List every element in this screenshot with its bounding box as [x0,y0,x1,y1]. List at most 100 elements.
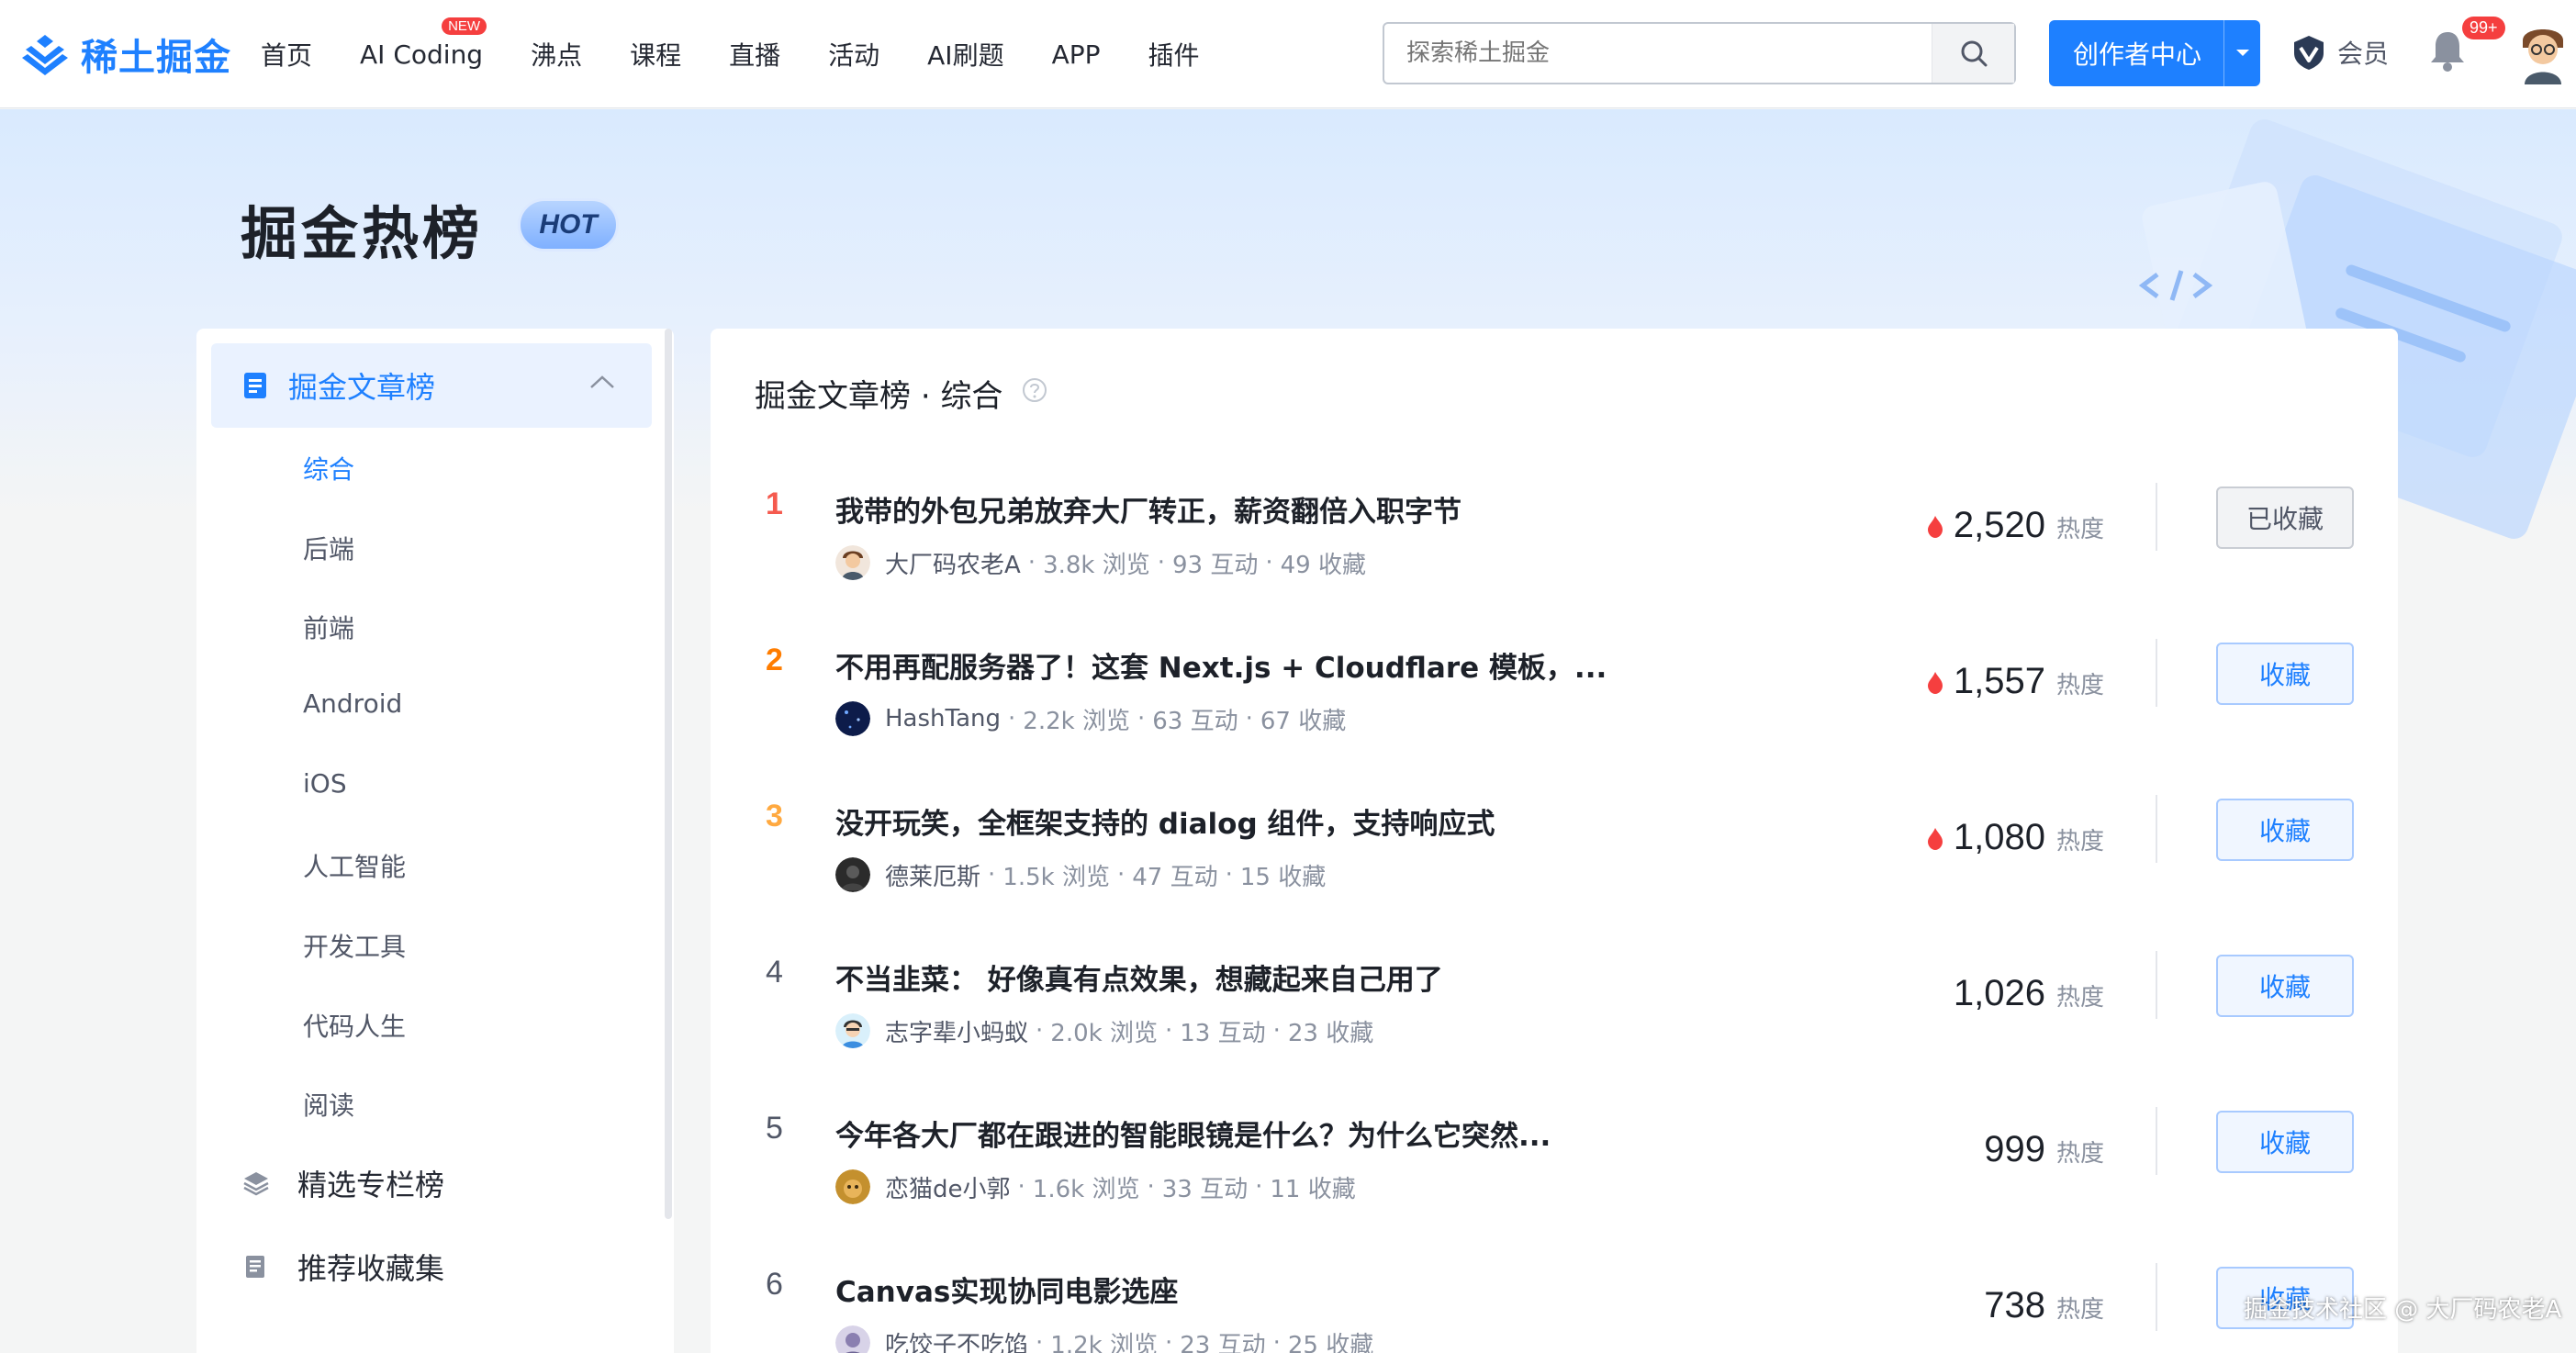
creator-center-label: 创作者中心 [2073,39,2202,70]
article-title[interactable]: Canvas实现协同电影选座 [835,1269,1178,1310]
notification-count-badge: 99+ [2462,17,2505,39]
nav-home[interactable]: 首页 [261,36,312,73]
interaction-count: 93 互动 [1172,551,1259,579]
collection-icon [246,1256,264,1278]
logo-text: 稀土掘金 [81,37,231,79]
author-avatar[interactable] [835,1169,870,1204]
heat-value: 1,557 [1953,661,2045,701]
sidebar-item-code-life[interactable]: 代码人生 [303,1007,406,1044]
layers-icon [243,1172,269,1196]
nav-plugins[interactable]: 插件 [1148,36,1200,73]
article-row[interactable]: 2 不用再配服务器了！这套 Next.js + Cloudflare 模板，..… [711,624,2398,780]
article-row[interactable]: 3 没开玩笑，全框架支持的 dialog 组件，支持响应式 德莱厄斯 · 1.5… [711,780,2398,936]
favorite-count: 67 收藏 [1260,707,1347,735]
sidebar-item-android[interactable]: Android [303,688,402,719]
user-avatar[interactable] [2517,20,2569,84]
row-divider [2156,951,2157,1019]
nav-courses[interactable]: 课程 [630,36,681,73]
hot-badge: HOT [518,198,619,252]
article-row[interactable]: 1 我带的外包兄弟放弃大厂转正，薪资翻倍入职字节 大厂码农老A · 3.8k 浏… [711,468,2398,624]
article-title[interactable]: 没开玩笑，全框架支持的 dialog 组件，支持响应式 [835,800,1495,842]
page-title: 掘金热榜 [241,200,484,267]
rank-number: 5 [766,1111,783,1146]
author-avatar[interactable] [835,545,870,580]
author-avatar[interactable] [835,701,870,736]
author-name[interactable]: 恋猫de小郭 [885,1170,1011,1204]
heat-unit: 热度 [2055,828,2104,855]
interaction-count: 63 互动 [1152,707,1238,735]
nav-pins[interactable]: 沸点 [531,36,582,73]
article-title[interactable]: 今年各大厂都在跟进的智能眼镜是什么？为什么它突然... [835,1113,1551,1154]
site-logo[interactable]: 稀土掘金 [20,28,231,81]
sidebar-item-ios[interactable]: iOS [303,768,347,799]
heat-score: 1,557 热度 [1926,661,2104,702]
sidebar-item-backend[interactable]: 后端 [303,530,354,566]
author-avatar[interactable] [835,857,870,892]
author-avatar[interactable] [835,1013,870,1048]
sidebar-group-columns[interactable]: 精选专栏榜 [242,1162,444,1204]
search-button[interactable] [1932,24,2014,83]
vip-shield-icon [2294,36,2324,70]
favorite-button[interactable]: 收藏 [2216,799,2354,861]
article-title[interactable]: 不当韭菜： 好像真有点效果，想藏起来自己用了 [835,956,1443,998]
author-name[interactable]: 德莱厄斯 [885,858,980,892]
member-entry[interactable]: 会员 [2290,33,2389,72]
heat-score: 738 热度 [1984,1285,2104,1326]
flame-icon [1927,672,1943,694]
article-row[interactable]: 4 不当韭菜： 好像真有点效果，想藏起来自己用了 志字辈小蚂蚁 · 2.0k 浏… [711,936,2398,1092]
favorite-button[interactable]: 收藏 [2216,1111,2354,1173]
sidebar-item-dev-tools[interactable]: 开发工具 [303,927,406,964]
article-title[interactable]: 我带的外包兄弟放弃大厂转正，薪资翻倍入职字节 [835,488,1462,530]
favorite-button[interactable]: 收藏 [2216,643,2354,705]
search-input[interactable] [1384,24,1932,83]
nav-app[interactable]: APP [1052,39,1101,70]
ranking-sidebar: 掘金文章榜 综合 后端 前端 Android iOS 人工智能 开发工具 代码人… [196,329,674,1353]
rank-number: 3 [766,799,783,833]
author-name[interactable]: 吃饺子不吃馅 [885,1326,1028,1353]
creator-dropdown-toggle[interactable] [2223,20,2260,86]
nav-ai-practice[interactable]: AI刷题 [927,36,1003,73]
sidebar-group-article-ranking[interactable]: 掘金文章榜 [211,343,652,428]
article-meta: 德莱厄斯 · 1.5k 浏览 · 47 互动 · 15 收藏 [835,857,1326,892]
heat-score: 2,520 热度 [1926,505,2104,546]
sidebar-scrollbar[interactable] [665,329,672,1219]
article-row[interactable]: 6 Canvas实现协同电影选座 吃饺子不吃馅 · 1.2k 浏览 · 23 互… [711,1248,2398,1353]
sidebar-item-general[interactable]: 综合 [303,450,354,486]
nav-ai-coding[interactable]: AI Coding NEW [360,17,487,70]
rank-number: 2 [766,643,783,677]
watermark-text: 掘金技术社区 @ 大厂码农老A [2244,1296,2562,1324]
article-row[interactable]: 5 今年各大厂都在跟进的智能眼镜是什么？为什么它突然... 恋猫de小郭 · 1… [711,1092,2398,1248]
view-count: 1.6k 浏览 [1032,1175,1140,1203]
heat-unit: 热度 [2055,1140,2104,1168]
chevron-up-icon[interactable] [589,375,615,389]
help-circle-icon[interactable] [1021,376,1048,404]
favorite-count: 11 收藏 [1270,1175,1356,1203]
sidebar-item-ai[interactable]: 人工智能 [303,847,406,884]
article-title[interactable]: 不用再配服务器了！这套 Next.js + Cloudflare 模板，... [835,644,1607,686]
collected-button[interactable]: 已收藏 [2216,486,2354,549]
sidebar-group-collections[interactable]: 推荐收藏集 [242,1246,444,1288]
interaction-count: 13 互动 [1180,1019,1266,1047]
author-avatar[interactable] [835,1325,870,1353]
nav-events[interactable]: 活动 [828,36,879,73]
sidebar-item-frontend[interactable]: 前端 [303,609,354,645]
favorite-button[interactable]: 收藏 [2216,955,2354,1017]
article-ranking-panel: 掘金文章榜 · 综合 1 我带的外包兄弟放弃大厂转正，薪资翻倍入职字节 大厂码农… [711,329,2398,1353]
view-count: 2.0k 浏览 [1050,1019,1158,1047]
view-count: 1.2k 浏览 [1050,1331,1158,1353]
heat-value: 2,520 [1953,505,2045,545]
author-name[interactable]: HashTang [885,705,1001,732]
creator-center-button[interactable]: 创作者中心 [2049,20,2260,86]
nav-live[interactable]: 直播 [729,36,780,73]
row-divider [2156,1263,2157,1331]
interaction-count: 23 互动 [1180,1331,1266,1353]
juejin-logo-icon [22,35,68,75]
heat-unit: 热度 [2055,672,2104,699]
row-divider [2156,795,2157,863]
author-name[interactable]: 大厂码农老A [885,546,1021,580]
sidebar-item-reading[interactable]: 阅读 [303,1086,354,1123]
bell-icon[interactable] [2427,28,2468,73]
search-icon [1961,40,1987,67]
nav-ai-coding-label: AI Coding [360,39,484,70]
author-name[interactable]: 志字辈小蚂蚁 [885,1014,1028,1048]
